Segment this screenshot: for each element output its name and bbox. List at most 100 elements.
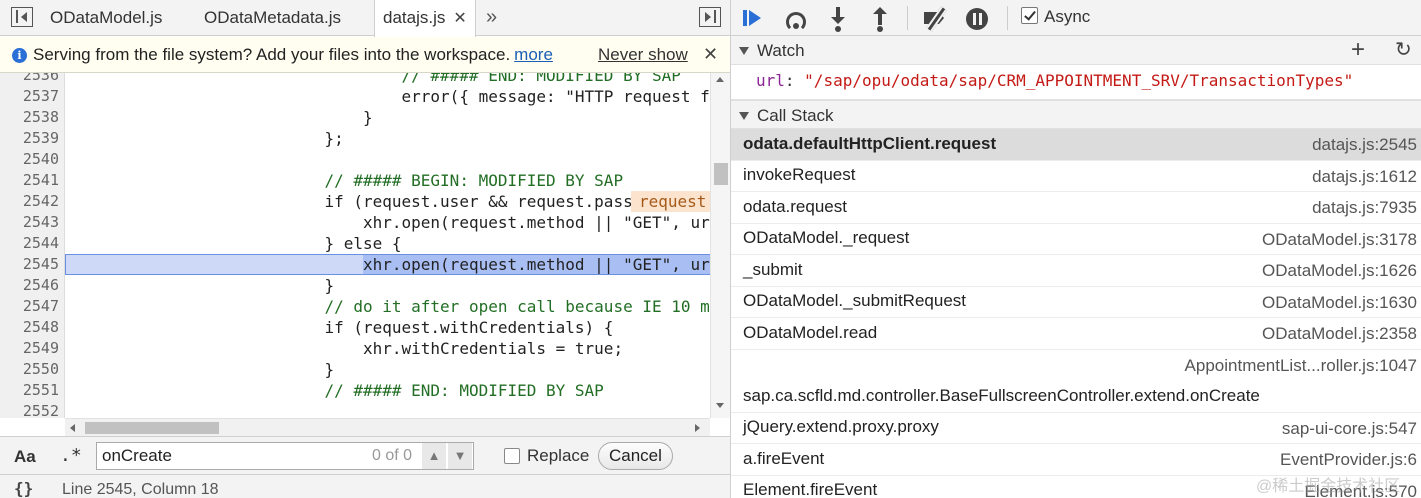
code-line[interactable]: 2541 // ##### BEGIN: MODIFIED BY SAP: [0, 170, 720, 191]
line-number[interactable]: 2549: [0, 338, 59, 359]
previous-match-button[interactable]: ▲: [422, 443, 446, 469]
refresh-icon[interactable]: ↻: [1395, 36, 1412, 65]
scroll-right-arrow-icon[interactable]: [695, 424, 700, 432]
next-match-button[interactable]: ▼: [448, 443, 472, 469]
toggle-navigator-icon[interactable]: [11, 7, 33, 27]
line-number[interactable]: 2538: [0, 107, 59, 128]
tab-odatamodel[interactable]: ODataModel.js: [42, 0, 170, 36]
debugger-toolbar: Async: [731, 0, 1421, 36]
resume-icon[interactable]: [739, 4, 767, 32]
line-number[interactable]: 2540: [0, 149, 59, 170]
line-number[interactable]: 2551: [0, 380, 59, 401]
cancel-search-button[interactable]: Cancel: [598, 442, 673, 470]
more-link[interactable]: more: [514, 45, 553, 64]
call-frame-location[interactable]: ODataModel.js:1630: [1262, 293, 1417, 313]
code-line[interactable]: 2551 // ##### END: MODIFIED BY SAP: [0, 380, 720, 401]
call-frame[interactable]: _submit ODataModel.js:1626: [731, 255, 1421, 287]
tab-datajs[interactable]: datajs.js ✕: [374, 0, 476, 37]
line-number[interactable]: 2546: [0, 275, 59, 296]
scroll-down-arrow-icon[interactable]: [716, 403, 724, 408]
step-out-icon[interactable]: [866, 4, 894, 32]
code-line[interactable]: 2546 }: [0, 275, 720, 296]
call-frame-location[interactable]: ODataModel.js:2358: [1262, 324, 1417, 344]
call-frame[interactable]: ODataModel._submitRequest ODataModel.js:1…: [731, 287, 1421, 318]
line-number[interactable]: 2548: [0, 317, 59, 338]
scroll-left-arrow-icon[interactable]: [70, 424, 75, 432]
regex-button[interactable]: .*: [60, 445, 82, 466]
code-line[interactable]: 2549 xhr.withCredentials = true;: [0, 338, 720, 359]
pretty-print-icon[interactable]: {}: [14, 479, 33, 498]
vertical-scrollbar[interactable]: [710, 73, 730, 418]
code-line[interactable]: 2547 // do it after open call because IE…: [0, 296, 720, 317]
code-line[interactable]: 2539 };: [0, 128, 720, 149]
call-frame-location[interactable]: ODataModel.js:1626: [1262, 261, 1417, 281]
code-line[interactable]: 2543 xhr.open(request.method || "GET", u…: [0, 212, 720, 233]
code-editor[interactable]: 2536 // ##### END: MODIFIED BY SAP 2537 e…: [0, 73, 720, 418]
scroll-up-arrow-icon[interactable]: [716, 77, 724, 82]
call-frame-location[interactable]: sap-ui-core.js:547: [1282, 419, 1417, 439]
call-frame-location[interactable]: AppointmentList...roller.js:1047: [1185, 356, 1417, 376]
line-number[interactable]: 2539: [0, 128, 59, 149]
code-line[interactable]: 2537 error({ message: "HTTP request fail…: [0, 86, 720, 107]
call-frame[interactable]: invokeRequest datajs.js:1612: [731, 161, 1421, 192]
call-frame[interactable]: sap.ca.scfld.md.controller.BaseFullscree…: [731, 350, 1421, 413]
watermark: @稀土掘金技术社区: [1256, 478, 1401, 495]
expand-triangle-icon[interactable]: [739, 47, 749, 55]
deactivate-breakpoints-icon[interactable]: [921, 4, 949, 32]
step-over-icon[interactable]: [782, 4, 810, 32]
close-tab-icon[interactable]: ✕: [453, 10, 466, 27]
line-number[interactable]: 2537: [0, 86, 59, 107]
call-frame[interactable]: ODataModel.read ODataModel.js:2358: [731, 318, 1421, 350]
call-frame-function: odata.request: [743, 196, 847, 216]
call-frame-location[interactable]: ODataModel.js:3178: [1262, 230, 1417, 250]
watch-expression[interactable]: url: "/sap/opu/odata/sap/CRM_APPOINTMENT…: [756, 71, 1353, 90]
line-number[interactable]: 2543: [0, 212, 59, 233]
toggle-debugger-icon[interactable]: [699, 7, 721, 27]
code-line[interactable]: 2550 }: [0, 359, 720, 380]
more-tabs-button[interactable]: »: [486, 0, 497, 34]
line-number[interactable]: 2544: [0, 233, 59, 254]
search-input[interactable]: [96, 442, 474, 470]
line-number[interactable]: 2547: [0, 296, 59, 317]
code-line[interactable]: 2545 xhr.open(request.method || "GET", u…: [0, 254, 720, 275]
line-number[interactable]: 2545: [0, 254, 59, 275]
pause-on-exceptions-icon[interactable]: [963, 4, 991, 32]
code-line[interactable]: 2548 if (request.withCredentials) {: [0, 317, 720, 338]
vertical-scroll-thumb[interactable]: [714, 163, 728, 185]
call-frame-location[interactable]: datajs.js:7935: [1312, 198, 1417, 218]
step-into-icon[interactable]: [824, 4, 852, 32]
call-frame[interactable]: ODataModel._request ODataModel.js:3178: [731, 224, 1421, 255]
expand-triangle-icon[interactable]: [739, 112, 749, 120]
code-line[interactable]: 2538 }: [0, 107, 720, 128]
match-case-button[interactable]: Aa: [14, 447, 36, 467]
code-line[interactable]: 2540: [0, 149, 720, 170]
horizontal-scrollbar[interactable]: [65, 418, 710, 436]
async-checkbox[interactable]: [1021, 7, 1038, 24]
add-watch-icon[interactable]: +: [1351, 35, 1365, 64]
never-show-link[interactable]: Never show: [598, 37, 688, 72]
code-content: // ##### END: MODIFIED BY SAP: [401, 73, 681, 85]
line-number[interactable]: 2542: [0, 191, 59, 212]
line-number[interactable]: 2552: [0, 401, 59, 418]
code-line[interactable]: 2544 } else {: [0, 233, 720, 254]
call-frame[interactable]: a.fireEvent EventProvider.js:6: [731, 444, 1421, 476]
code-line[interactable]: 2536 // ##### END: MODIFIED BY SAP: [0, 73, 720, 86]
replace-checkbox[interactable]: [504, 448, 520, 464]
call-stack-section-header[interactable]: Call Stack: [731, 100, 1421, 129]
call-frame[interactable]: jQuery.extend.proxy.proxy sap-ui-core.js:…: [731, 413, 1421, 444]
code-line[interactable]: 2542 if (request.user && request.passwor…: [0, 191, 720, 212]
line-number[interactable]: 2536: [0, 73, 59, 86]
line-number[interactable]: 2550: [0, 359, 59, 380]
call-frame-location[interactable]: datajs.js:2545: [1312, 135, 1417, 155]
call-frame[interactable]: odata.defaultHttpClient.request datajs.js…: [731, 129, 1421, 161]
call-frame-location[interactable]: datajs.js:1612: [1312, 167, 1417, 187]
code-line[interactable]: 2552: [0, 401, 720, 418]
tab-odatametadata[interactable]: ODataMetadata.js: [196, 0, 349, 36]
close-infobar-icon[interactable]: ✕: [703, 37, 718, 72]
call-frame[interactable]: odata.request datajs.js:7935: [731, 192, 1421, 224]
call-frame-location[interactable]: EventProvider.js:6: [1280, 450, 1417, 470]
watch-section-header[interactable]: Watch + ↻: [731, 36, 1421, 65]
line-number[interactable]: 2541: [0, 170, 59, 191]
horizontal-scroll-thumb[interactable]: [85, 422, 219, 434]
